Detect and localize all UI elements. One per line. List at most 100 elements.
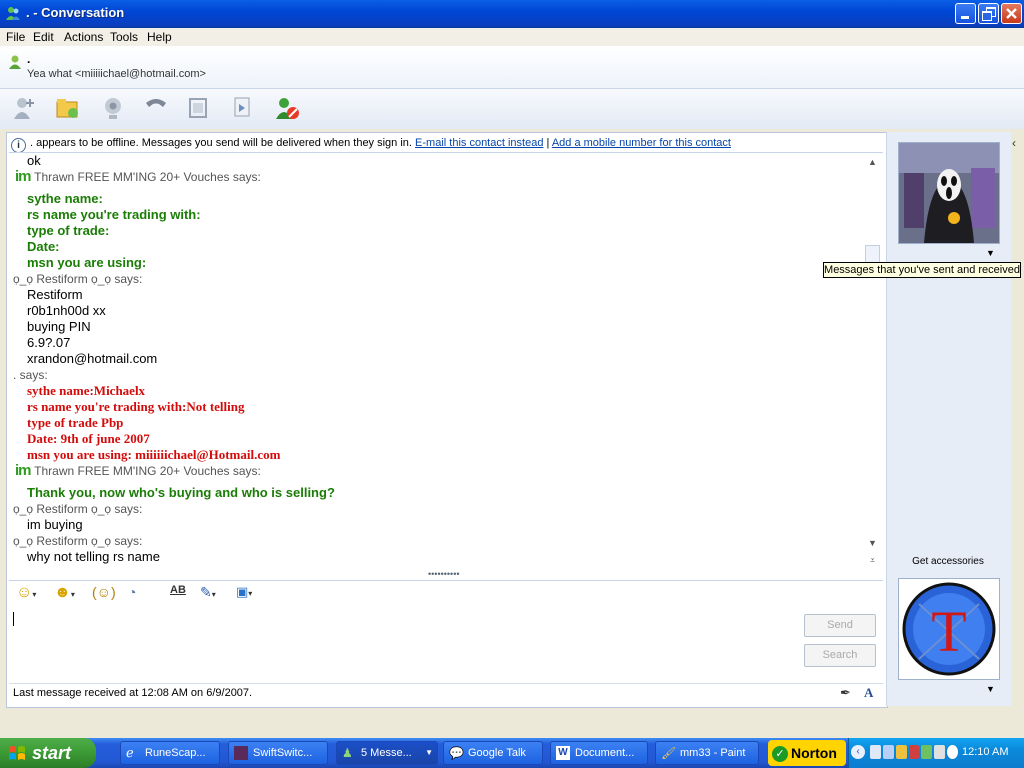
contact-photo bbox=[899, 143, 999, 243]
message-line: xrandon@hotmail.com bbox=[27, 351, 158, 366]
sender-says: . says: bbox=[13, 368, 48, 382]
scroll-up-icon[interactable]: ▲ bbox=[864, 155, 881, 169]
webcam-icon[interactable] bbox=[100, 95, 126, 121]
voice-clip-icon[interactable]: ◔ bbox=[128, 584, 148, 604]
start-button[interactable]: start bbox=[0, 738, 96, 768]
ink-icon[interactable]: ✒ bbox=[840, 685, 856, 701]
menu-help[interactable]: Help bbox=[147, 28, 172, 46]
maximize-button[interactable] bbox=[978, 3, 999, 24]
tray-app-icon[interactable] bbox=[908, 745, 920, 759]
tray-app-icon[interactable] bbox=[895, 745, 907, 759]
message-line: Restiform bbox=[27, 287, 83, 302]
message-line: buying PIN bbox=[27, 319, 91, 334]
scroll-thumb[interactable] bbox=[865, 245, 880, 263]
im-icon: im bbox=[15, 168, 31, 185]
last-message-status: Last message received at 12:08 AM on 6/9… bbox=[13, 687, 253, 699]
clock: 12:10 AM bbox=[962, 746, 1009, 758]
message-line: type of trade Pbp bbox=[27, 415, 124, 430]
title-bar[interactable] bbox=[0, 0, 1024, 28]
group-chevron-icon: ▼ bbox=[425, 748, 433, 757]
chat-bubble-icon: 💬 bbox=[449, 746, 464, 760]
close-button[interactable] bbox=[1001, 3, 1022, 24]
message-history[interactable]: ok im Thrawn FREE MM'ING 20+ Vouches say… bbox=[9, 153, 864, 569]
call-icon[interactable] bbox=[143, 95, 169, 121]
scroll-end-icon[interactable]: ⩡ bbox=[864, 553, 881, 567]
contact-display-picture[interactable] bbox=[898, 142, 1000, 244]
offline-notice: . appears to be offline. Messages you se… bbox=[30, 137, 412, 149]
add-mobile-link[interactable]: Add a mobile number for this contact bbox=[552, 137, 731, 149]
message-line: ok bbox=[27, 153, 41, 168]
message-line: rs name you're trading with:Not telling bbox=[27, 399, 245, 414]
task-document[interactable]: W Document... bbox=[550, 741, 648, 765]
message-line: 6.9?.07 bbox=[27, 335, 71, 350]
tray-expand-icon[interactable]: ‹ bbox=[851, 745, 865, 759]
sender-says: ọ_ọ Restiform ọ_ọ says: bbox=[13, 272, 143, 286]
contact-status-message: Yea what <miiiiichael@hotmail.com> bbox=[27, 68, 206, 80]
windows-logo-icon bbox=[9, 746, 25, 760]
task-google-talk[interactable]: 💬 Google Talk bbox=[443, 741, 543, 765]
block-icon[interactable] bbox=[274, 95, 300, 121]
task-runescape[interactable]: ℯ RuneScap... bbox=[120, 741, 220, 765]
scroll-down-icon[interactable]: ▼ bbox=[864, 536, 881, 550]
messenger-icon bbox=[6, 7, 20, 20]
get-accessories-link[interactable]: Get accessories bbox=[890, 556, 1006, 567]
nudge-icon[interactable]: (☺) bbox=[92, 584, 118, 604]
message-line: msn you are using: bbox=[27, 255, 147, 270]
norton-button[interactable]: ✓ Norton bbox=[768, 740, 846, 766]
message-line: sythe name:Michaelx bbox=[27, 383, 146, 398]
menu-file[interactable]: File bbox=[6, 28, 25, 46]
tray-app-icon[interactable] bbox=[870, 745, 881, 759]
tray-globe-icon[interactable] bbox=[947, 745, 959, 759]
display-picture-menu-icon[interactable]: ▼ bbox=[986, 248, 995, 258]
offline-info-bar: i . appears to be offline. Messages you s… bbox=[9, 134, 883, 153]
minimize-button[interactable] bbox=[955, 3, 976, 24]
close-icon bbox=[1006, 8, 1017, 19]
history-tooltip: Messages that you've sent and received bbox=[823, 262, 1021, 278]
start-label: start bbox=[32, 743, 72, 763]
tray-app-icon[interactable] bbox=[882, 745, 894, 759]
task-paint[interactable]: 🖌 mm33 - Paint bbox=[655, 741, 759, 765]
my-display-picture[interactable]: T bbox=[898, 578, 1000, 680]
sender-says: Thrawn FREE MM'ING 20+ Vouches says: bbox=[34, 464, 261, 478]
message-line: type of trade: bbox=[27, 223, 110, 238]
my-picture-menu-icon[interactable]: ▼ bbox=[986, 684, 995, 694]
search-button[interactable]: Search bbox=[804, 644, 876, 667]
collapse-pane-icon[interactable]: ‹ bbox=[1012, 136, 1022, 156]
share-icon[interactable] bbox=[230, 95, 256, 121]
sender-says: ọ_ọ Restiform ọ_ọ says: bbox=[13, 534, 143, 548]
menu-actions[interactable]: Actions bbox=[64, 28, 103, 46]
task-swiftswitch[interactable]: SwiftSwitc... bbox=[228, 741, 328, 765]
pane-splitter[interactable]: •••••••••• bbox=[428, 570, 464, 579]
font-icon[interactable]: AB bbox=[170, 584, 190, 604]
handwriting-icon[interactable]: ✎▾ bbox=[200, 584, 226, 604]
wink-icon[interactable]: ☻▾ bbox=[54, 584, 82, 604]
link-separator: | bbox=[546, 137, 550, 149]
message-line: Date: bbox=[27, 239, 60, 254]
tray-messenger-icon[interactable] bbox=[921, 745, 933, 759]
messenger-icon: ♟ bbox=[342, 746, 353, 760]
tray-icons bbox=[870, 745, 959, 761]
contact-name: . bbox=[27, 52, 31, 66]
email-contact-link[interactable]: E-mail this contact instead bbox=[415, 137, 543, 149]
my-photo: T bbox=[899, 579, 999, 679]
history-scrollbar[interactable]: ▲ ▼ ⩡ bbox=[864, 153, 881, 569]
text-mode-icon[interactable]: A bbox=[864, 685, 880, 701]
invite-icon[interactable] bbox=[12, 95, 38, 121]
text-caret bbox=[13, 612, 14, 626]
message-header: im Thrawn FREE MM'ING 20+ Vouches says: bbox=[15, 169, 261, 185]
info-icon: i bbox=[11, 138, 26, 152]
tray-network-icon[interactable] bbox=[934, 745, 946, 759]
video-icon[interactable] bbox=[186, 95, 212, 121]
send-button[interactable]: Send bbox=[804, 614, 876, 637]
sender-says: ọ_ọ Restiform ọ_ọ says: bbox=[13, 502, 143, 516]
menu-edit[interactable]: Edit bbox=[33, 28, 54, 46]
window-title: . - Conversation bbox=[26, 5, 125, 20]
my-photo-letter: T bbox=[931, 599, 966, 664]
background-icon[interactable]: ▣▾ bbox=[236, 584, 264, 604]
send-files-icon[interactable] bbox=[55, 95, 81, 121]
menu-tools[interactable]: Tools bbox=[110, 28, 138, 46]
message-input[interactable] bbox=[9, 608, 883, 682]
task-messenger[interactable]: ♟ 5 Messe... ▼ bbox=[336, 741, 438, 765]
im-icon: im bbox=[15, 462, 31, 479]
emoticon-icon[interactable]: ☺▾ bbox=[16, 584, 44, 604]
